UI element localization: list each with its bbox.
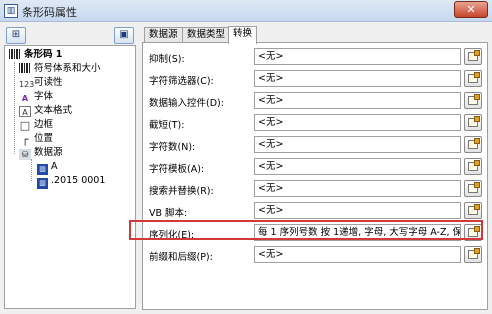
edit-icon <box>468 182 480 193</box>
text-format-icon: A <box>19 106 31 117</box>
edit-icon <box>468 160 480 171</box>
row-search-replace: 搜索并替换(R): <无> <box>143 178 487 200</box>
edit-icon <box>468 50 480 61</box>
tree-item-label: 符号体系和大小 <box>34 63 101 74</box>
source-icon: ▥ <box>37 178 48 189</box>
window-title: 条形码属性 <box>22 6 77 19</box>
edit-icon <box>468 116 480 127</box>
edit-button[interactable] <box>464 246 482 263</box>
row-label: 搜索并替换(R): <box>149 186 214 197</box>
edit-button[interactable] <box>464 92 482 109</box>
row-label: VB 脚本: <box>149 208 188 219</box>
tree-item-readability[interactable]: 123可读性 <box>19 76 63 89</box>
search-replace-field[interactable]: <无> <box>254 180 461 197</box>
edit-button[interactable] <box>464 136 482 153</box>
tree-item-datasource[interactable]: ⛁ 数据源 <box>19 146 63 160</box>
edit-icon <box>468 72 480 83</box>
properties-tree: 条形码 1 符号体系和大小 123可读性 A 字体 A 文本格式 □ 边框 ┌ 位置 ⛁… <box>4 45 136 309</box>
row-char-filter: 字符筛选器(C): <无> <box>143 68 487 90</box>
tree-connector <box>31 159 32 181</box>
tab-datasource[interactable]: 数据源 <box>144 27 183 43</box>
edit-icon <box>468 204 480 215</box>
row-label: 截短(T): <box>149 120 185 131</box>
datasource-icon: ⛁ <box>19 149 31 160</box>
row-vb-script: VB 脚本: <无> <box>143 200 487 222</box>
readable-icon: 123 <box>19 80 35 89</box>
truncate-field[interactable]: <无> <box>254 114 461 131</box>
row-label: 前缀和后缀(P): <box>149 252 213 263</box>
row-char-count: 字符数(N): <无> <box>143 134 487 156</box>
tree-item-text-format[interactable]: A 文本格式 <box>19 104 72 117</box>
suppress-field[interactable]: <无> <box>254 48 461 65</box>
tab-transform[interactable]: 转换 <box>228 26 258 44</box>
edit-icon <box>468 248 480 259</box>
row-label: 字符数(N): <box>149 142 196 153</box>
tree-connector <box>14 62 15 154</box>
tree-item-label: 边框 <box>34 119 54 130</box>
char-count-field[interactable]: <无> <box>254 136 461 153</box>
tree-item-label: 数据源 <box>34 147 63 158</box>
input-control-field[interactable]: <无> <box>254 92 461 109</box>
title-bar: ▥ 条形码属性 ✕ <box>0 0 492 22</box>
tree-toolbar: ⊞ ▣ <box>4 27 136 45</box>
expand-icon[interactable]: ⊞ <box>6 27 26 44</box>
char-filter-field[interactable]: <无> <box>254 70 461 87</box>
tree-item-label: A <box>51 161 58 172</box>
tree-item-source-a[interactable]: ▥ A <box>37 160 58 175</box>
edit-button[interactable] <box>464 158 482 175</box>
border-icon: □ <box>19 119 31 132</box>
app-icon: ▥ <box>4 4 18 18</box>
edit-button[interactable] <box>464 114 482 131</box>
row-input-control: 数据输入控件(D): <无> <box>143 90 487 112</box>
row-prefix-suffix: 前缀和后缀(P): <无> <box>143 244 487 266</box>
edit-button[interactable] <box>464 70 482 87</box>
row-label: 字符筛选器(C): <box>149 76 214 87</box>
tree-item-position[interactable]: ┌ 位置 <box>19 132 53 145</box>
tree-root[interactable]: 条形码 1 <box>9 48 62 61</box>
transform-panel: 抑制(S): <无> 字符筛选器(C): <无> 数据输入控件(D): <无> … <box>142 42 488 310</box>
tree-item-font[interactable]: A 字体 <box>19 90 53 103</box>
row-suppress: 抑制(S): <无> <box>143 46 487 68</box>
edit-button[interactable] <box>464 202 482 219</box>
edit-icon <box>468 138 480 149</box>
vb-script-field[interactable]: <无> <box>254 202 461 219</box>
barcode-icon <box>19 63 31 73</box>
font-icon: A <box>21 94 29 103</box>
tree-root-label: 条形码 1 <box>24 49 63 60</box>
position-icon: ┌ <box>21 133 29 146</box>
tree-item-border[interactable]: □ 边框 <box>19 118 53 131</box>
char-template-field[interactable]: <无> <box>254 158 461 175</box>
row-label: 数据输入控件(D): <box>149 98 224 109</box>
serialization-highlight <box>129 220 483 240</box>
tree-item-label: .2015 0001 <box>51 175 106 186</box>
edit-button[interactable] <box>464 180 482 197</box>
row-label: 字符模板(A): <box>149 164 205 175</box>
tab-datatype[interactable]: 数据类型 <box>182 27 231 43</box>
row-label: 抑制(S): <box>149 54 185 65</box>
edit-button[interactable] <box>464 48 482 65</box>
view-icon[interactable]: ▣ <box>114 27 134 44</box>
close-button[interactable]: ✕ <box>454 1 488 18</box>
tree-item-label: 位置 <box>34 133 54 144</box>
tree-item-symbology[interactable]: 符号体系和大小 <box>19 62 101 75</box>
row-char-template: 字符模板(A): <无> <box>143 156 487 178</box>
tree-item-source-serial[interactable]: ▥ .2015 0001 <box>37 174 106 189</box>
tree-item-label: 字体 <box>34 91 54 102</box>
tree-item-label: 文本格式 <box>34 105 73 116</box>
prefix-suffix-field[interactable]: <无> <box>254 246 461 263</box>
tree-item-label: 可读性 <box>34 77 63 88</box>
edit-icon <box>468 94 480 105</box>
row-truncate: 截短(T): <无> <box>143 112 487 134</box>
barcode-icon <box>9 49 21 59</box>
